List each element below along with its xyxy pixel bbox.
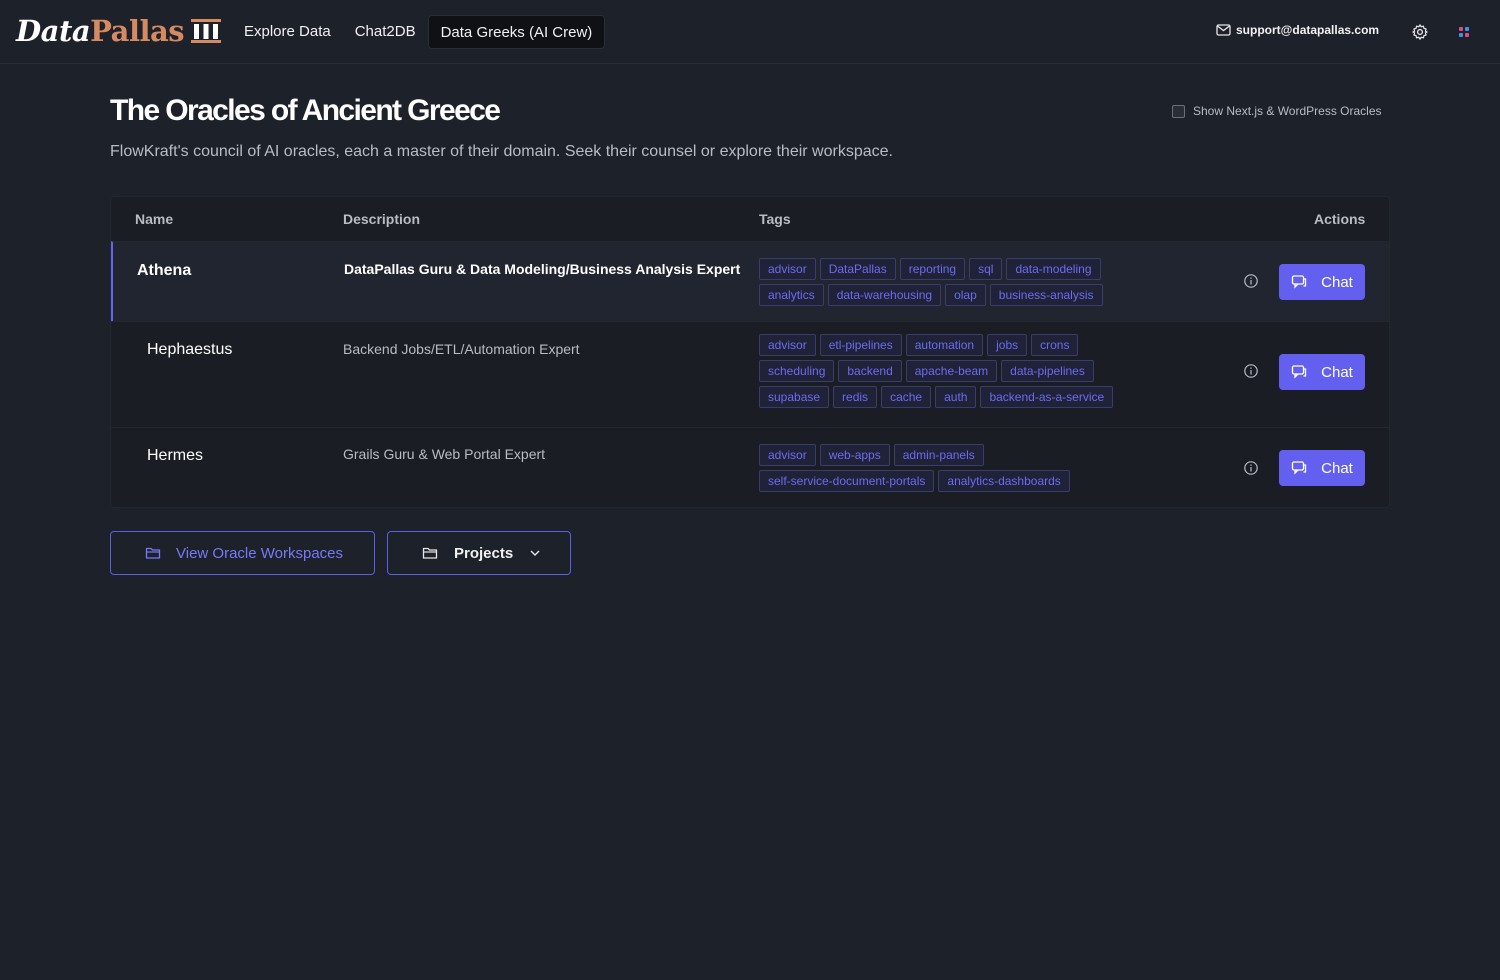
oracle-name: Hermes bbox=[147, 447, 204, 464]
projects-label: Projects bbox=[454, 544, 514, 562]
chat-icon bbox=[1292, 365, 1307, 379]
table-row-hephaestus[interactable]: Hephaestus Backend Jobs/ETL/Automation E… bbox=[111, 321, 1389, 427]
tag-chip[interactable]: data-warehousing bbox=[827, 284, 942, 306]
tag-chip[interactable]: apache-beam bbox=[905, 360, 998, 382]
column-header-tags: Tags bbox=[759, 211, 791, 227]
chat-icon bbox=[1292, 275, 1307, 289]
logo-text-pallas: Pallas bbox=[90, 14, 185, 48]
info-icon[interactable] bbox=[1243, 460, 1259, 476]
tag-chip[interactable]: analytics bbox=[759, 284, 824, 306]
tag-chip[interactable]: auth bbox=[935, 386, 977, 408]
table-row-athena[interactable]: Athena DataPallas Guru & Data Modeling/B… bbox=[111, 241, 1389, 321]
info-icon[interactable] bbox=[1243, 273, 1259, 289]
tag-chip[interactable]: data-pipelines bbox=[1001, 360, 1094, 382]
view-oracle-workspaces-button[interactable]: View Oracle Workspaces bbox=[110, 531, 375, 575]
folder-icon bbox=[422, 547, 438, 559]
apps-icon[interactable] bbox=[1458, 26, 1470, 38]
support-email: support@datapallas.com bbox=[1236, 23, 1380, 37]
tag-chip[interactable]: self-service-document-portals bbox=[759, 470, 935, 492]
tag-chip[interactable]: supabase bbox=[759, 386, 830, 408]
tag-chip[interactable]: jobs bbox=[987, 334, 1028, 356]
chat-button-label: Chat bbox=[1321, 459, 1353, 477]
tag-chip[interactable]: backend-as-a-service bbox=[980, 386, 1114, 408]
tag-chip[interactable]: backend bbox=[838, 360, 902, 382]
oracle-tags: advisor DataPallas reporting sql data-modeli… bbox=[759, 258, 1149, 306]
show-nextjs-oracles-checkbox[interactable] bbox=[1172, 104, 1185, 118]
tag-chip[interactable]: DataPallas bbox=[819, 258, 896, 280]
chevron-down-icon bbox=[530, 550, 540, 556]
column-header-name: Name bbox=[135, 211, 174, 227]
tag-chip[interactable]: crons bbox=[1031, 334, 1079, 356]
mail-icon bbox=[1216, 24, 1231, 36]
column-header-actions: Actions bbox=[1314, 211, 1366, 227]
tag-chip[interactable]: sql bbox=[969, 258, 1003, 280]
tag-chip[interactable]: advisor bbox=[759, 334, 816, 356]
chat-button[interactable]: Chat bbox=[1279, 450, 1365, 486]
chat-icon bbox=[1292, 461, 1307, 475]
tag-chip[interactable]: analytics-dashboards bbox=[938, 470, 1070, 492]
pillar-icon bbox=[191, 19, 222, 43]
oracle-description: DataPallas Guru & Data Modeling/Business… bbox=[344, 261, 741, 277]
nav-data-greeks[interactable]: Data Greeks (AI Crew) bbox=[427, 15, 606, 49]
chat-button[interactable]: Chat bbox=[1279, 354, 1365, 390]
logo-text-data: Data bbox=[16, 14, 91, 48]
tag-chip[interactable]: reporting bbox=[899, 258, 966, 280]
tag-chip[interactable]: admin-panels bbox=[893, 444, 984, 466]
oracle-description: Grails Guru & Web Portal Expert bbox=[343, 446, 546, 462]
page-subtitle: FlowKraft's council of AI oracles, each … bbox=[110, 143, 893, 160]
tag-chip[interactable]: business-analysis bbox=[989, 284, 1103, 306]
chat-button-label: Chat bbox=[1321, 273, 1353, 291]
nav-explore-data[interactable]: Explore Data bbox=[232, 15, 343, 49]
projects-dropdown-button[interactable]: Projects bbox=[387, 531, 571, 575]
show-nextjs-oracles-label: Show Next.js & WordPress Oracles bbox=[1193, 104, 1382, 118]
tag-chip[interactable]: redis bbox=[833, 386, 878, 408]
chat-button-label: Chat bbox=[1321, 363, 1353, 381]
tag-chip[interactable]: scheduling bbox=[759, 360, 835, 382]
tag-chip[interactable]: olap bbox=[945, 284, 986, 306]
tag-chip[interactable]: advisor bbox=[759, 444, 816, 466]
page-title: The Oracles of Ancient Greece bbox=[110, 94, 501, 127]
tag-chip[interactable]: automation bbox=[905, 334, 984, 356]
gear-icon[interactable] bbox=[1411, 23, 1429, 41]
top-bar: Data Pallas Explore Data Chat2DB Data Gre… bbox=[0, 0, 1500, 64]
info-icon[interactable] bbox=[1243, 363, 1259, 379]
support-email-link[interactable]: support@datapallas.com bbox=[1216, 23, 1379, 37]
oracles-table: Name Description Tags Actions Athena Dat… bbox=[110, 196, 1390, 508]
oracle-tags: advisor web-apps admin-panels self-service-… bbox=[759, 444, 1119, 492]
view-oracle-workspaces-label: View Oracle Workspaces bbox=[176, 544, 344, 562]
tag-chip[interactable]: web-apps bbox=[819, 444, 890, 466]
show-nextjs-oracles-toggle[interactable]: Show Next.js & WordPress Oracles bbox=[1172, 104, 1382, 118]
tag-chip[interactable]: advisor bbox=[759, 258, 816, 280]
oracle-name: Hephaestus bbox=[147, 341, 233, 358]
main-nav: Explore Data Chat2DB Data Greeks (AI Cre… bbox=[232, 15, 606, 49]
tag-chip[interactable]: etl-pipelines bbox=[819, 334, 902, 356]
brand-logo[interactable]: Data Pallas bbox=[16, 14, 222, 48]
folder-icon bbox=[145, 547, 161, 559]
oracle-tags: advisor etl-pipelines automation jobs crons s… bbox=[759, 334, 1149, 408]
tag-chip[interactable]: data-modeling bbox=[1006, 258, 1101, 280]
oracle-description: Backend Jobs/ETL/Automation Expert bbox=[343, 341, 580, 357]
chat-button[interactable]: Chat bbox=[1279, 264, 1365, 300]
column-header-description: Description bbox=[343, 211, 421, 227]
table-row-hermes[interactable]: Hermes Grails Guru & Web Portal Expert a… bbox=[111, 427, 1389, 507]
tag-chip[interactable]: cache bbox=[881, 386, 932, 408]
oracle-name: Athena bbox=[137, 262, 192, 279]
nav-chat2db[interactable]: Chat2DB bbox=[343, 15, 428, 49]
